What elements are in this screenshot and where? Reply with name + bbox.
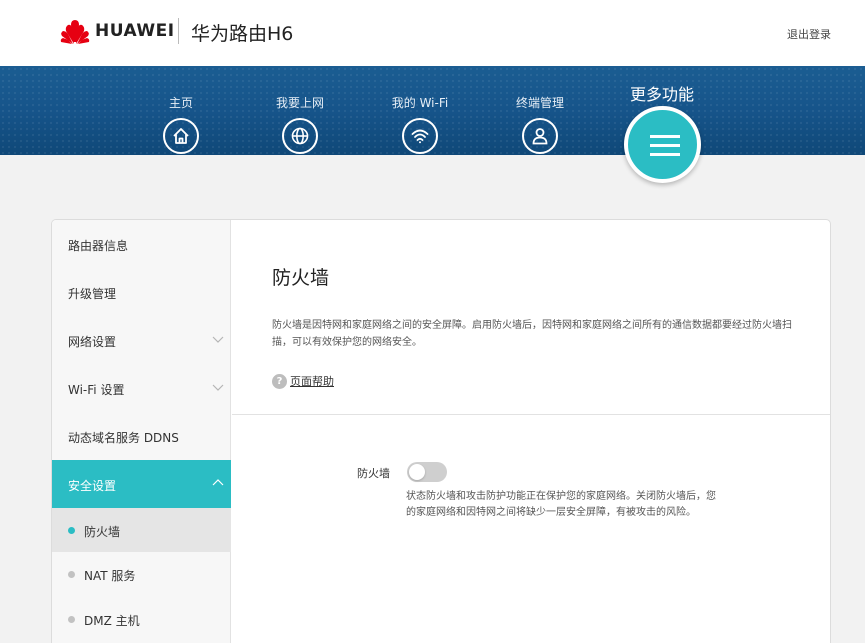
- sidebar-item-label: Wi-Fi 设置: [68, 383, 125, 397]
- product-name: 华为路由H6: [191, 23, 294, 45]
- nav-item-devices[interactable]: 终端管理: [495, 66, 585, 154]
- wifi-icon: [402, 118, 438, 154]
- chevron-down-icon: [212, 384, 224, 391]
- nav-item-internet[interactable]: 我要上网: [255, 66, 345, 154]
- bullet-dot: [68, 571, 75, 578]
- main-nav: 主页 我要上网 我的 Wi-Fi 终端管理 更多功能: [0, 66, 865, 183]
- bullet-dot: [68, 616, 75, 623]
- firewall-status-description: 状态防火墙和攻击防护功能正在保护您的家庭网络。关闭防火墙后，您的家庭网络和因特网…: [406, 491, 716, 518]
- sidebar-item-label: 动态域名服务 DDNS: [68, 431, 179, 445]
- menu-icon: [624, 106, 701, 183]
- chevron-up-icon: [212, 479, 224, 486]
- firewall-toggle[interactable]: [407, 462, 447, 482]
- settings-card: 路由器信息 升级管理 网络设置 Wi-Fi 设置 动态域名服务 DDNS 安全设…: [51, 219, 831, 643]
- section-divider: [232, 414, 830, 415]
- top-bar: HUAWEI 华为路由H6 退出登录: [0, 0, 865, 66]
- nav-label: 终端管理: [515, 96, 564, 110]
- sidebar-item-label: 网络设置: [68, 335, 117, 349]
- sidebar-subitem-label: DMZ 主机: [84, 614, 140, 628]
- sidebar-subitem-nat[interactable]: NAT 服务: [52, 552, 231, 596]
- help-link-label: 页面帮助: [290, 375, 334, 388]
- content-panel: 防火墙 防火墙是因特网和家庭网络之间的安全屏障。启用防火墙后，因特网和家庭网络之…: [232, 220, 830, 643]
- page-title: 防火墙: [272, 267, 330, 289]
- sidebar-subitem-label: 防火墙: [84, 525, 121, 539]
- sidebar-item-upgrade[interactable]: 升级管理: [52, 268, 231, 316]
- sidebar-subitem-firewall[interactable]: 防火墙: [52, 508, 231, 552]
- huawei-logo-icon: [60, 20, 90, 44]
- nav-label: 我的 Wi-Fi: [391, 96, 449, 110]
- sidebar-item-network[interactable]: 网络设置: [52, 316, 231, 364]
- sidebar: 路由器信息 升级管理 网络设置 Wi-Fi 设置 动态域名服务 DDNS 安全设…: [52, 220, 231, 643]
- firewall-toggle-label: 防火墙: [357, 467, 390, 480]
- nav-item-wifi[interactable]: 我的 Wi-Fi: [375, 66, 465, 154]
- nav-item-home[interactable]: 主页: [136, 66, 226, 154]
- header-divider: [178, 18, 179, 44]
- sidebar-item-label: 升级管理: [68, 287, 117, 301]
- bullet-dot: [68, 527, 75, 534]
- user-icon: [522, 118, 558, 154]
- nav-more-label: 更多功能: [629, 85, 694, 104]
- chevron-down-icon: [212, 336, 224, 343]
- home-icon: [163, 118, 199, 154]
- sidebar-subitem-dmz[interactable]: DMZ 主机: [52, 597, 231, 641]
- sidebar-item-label: 路由器信息: [68, 239, 129, 253]
- sidebar-item-label: 安全设置: [68, 479, 117, 493]
- nav-item-more[interactable]: 更多功能: [617, 66, 707, 183]
- sidebar-item-router-info[interactable]: 路由器信息: [52, 220, 231, 268]
- nav-label: 主页: [168, 96, 193, 110]
- toggle-knob: [409, 464, 425, 480]
- globe-icon: [282, 118, 318, 154]
- sidebar-item-ddns[interactable]: 动态域名服务 DDNS: [52, 412, 231, 460]
- brand-name: HUAWEI: [95, 21, 175, 41]
- logout-link[interactable]: 退出登录: [787, 26, 831, 42]
- sidebar-subitem-label: NAT 服务: [84, 569, 136, 583]
- sidebar-item-wifi[interactable]: Wi-Fi 设置: [52, 364, 231, 412]
- page-description: 防火墙是因特网和家庭网络之间的安全屏障。启用防火墙后，因特网和家庭网络之间所有的…: [272, 320, 792, 348]
- sidebar-item-security[interactable]: 安全设置: [52, 460, 231, 508]
- nav-label: 我要上网: [275, 96, 324, 110]
- question-icon: ?: [272, 373, 287, 389]
- page-help-link[interactable]: ? 页面帮助: [272, 373, 334, 389]
